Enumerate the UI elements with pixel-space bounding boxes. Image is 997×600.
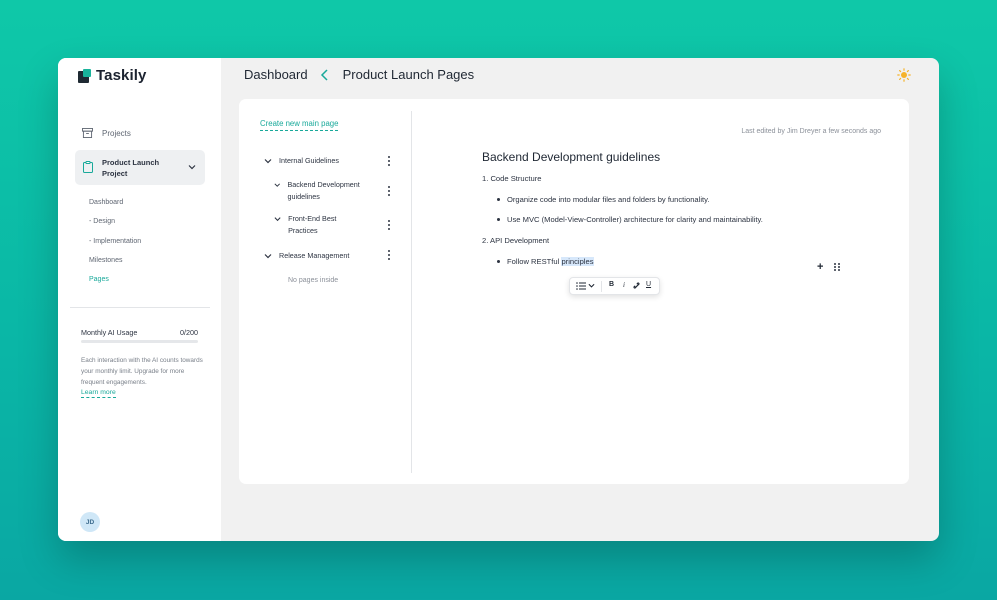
bullet-list: Follow RESTful principles	[482, 257, 842, 266]
list-item[interactable]: Use MVC (Model-View-Controller) architec…	[482, 215, 842, 224]
breadcrumb: Dashboard Product Launch Pages	[244, 67, 474, 82]
list-icon[interactable]	[576, 282, 586, 290]
ai-usage-count: 0/200	[180, 328, 198, 337]
chevron-down-icon[interactable]	[274, 215, 281, 223]
tree-item-label: Internal Guidelines	[279, 156, 339, 165]
sidebar-item-label: Projects	[102, 128, 131, 138]
document-title[interactable]: Backend Development guidelines	[482, 150, 842, 164]
create-main-page-link[interactable]: Create new main page	[260, 119, 339, 131]
underline-button[interactable]: U	[646, 281, 651, 288]
project-selector[interactable]: Product Launch Project	[75, 150, 205, 185]
bullet-list: Organize code into modular files and fol…	[482, 195, 842, 224]
chevron-down-icon[interactable]	[274, 181, 281, 189]
chevron-left-icon[interactable]	[320, 68, 330, 81]
sidebar: Taskily Projects Product Launch Project …	[58, 58, 221, 541]
page-title: Product Launch Pages	[342, 67, 475, 82]
chevron-down-icon[interactable]	[264, 252, 272, 260]
tree-item-internal-guidelines[interactable]: Internal Guidelines	[264, 155, 339, 167]
tree-item-label: Release Management	[279, 251, 350, 260]
list-item[interactable]: Follow RESTful principles	[482, 257, 842, 266]
avatar[interactable]: JD	[80, 512, 100, 532]
chevron-down-icon[interactable]	[188, 163, 196, 171]
brand[interactable]: Taskily	[78, 67, 146, 84]
panel-divider	[411, 111, 412, 473]
more-vertical-icon[interactable]	[387, 250, 391, 260]
document-editor[interactable]: Backend Development guidelines 1. Code S…	[482, 150, 842, 278]
taskily-logo-icon	[78, 68, 92, 83]
chevron-down-icon[interactable]	[264, 157, 272, 165]
format-toolbar: B i U	[569, 277, 660, 295]
tree-item-label: Backend Development guidelines	[287, 180, 360, 201]
ai-usage-bar	[81, 340, 198, 343]
list-item[interactable]: Organize code into modular files and fol…	[482, 195, 842, 204]
tree-item-release-management[interactable]: Release Management	[264, 250, 349, 262]
empty-pages-text: No pages inside	[288, 277, 339, 284]
more-vertical-icon[interactable]	[387, 156, 391, 166]
breadcrumb-dashboard[interactable]: Dashboard	[244, 67, 308, 82]
chevron-down-icon[interactable]	[588, 283, 595, 289]
tree-item-label: Front-End Best Practices	[288, 214, 337, 235]
tree-item-frontend-practices[interactable]: Front-End Best Practices	[274, 213, 359, 237]
subnav-design[interactable]: - Design	[89, 216, 141, 235]
project-subnav: Dashboard - Design - Implementation Mile…	[89, 197, 141, 293]
bold-button[interactable]: B	[609, 281, 614, 288]
drag-handle-icon[interactable]	[834, 263, 840, 271]
project-name: Product Launch Project	[102, 158, 160, 178]
subnav-implementation[interactable]: - Implementation	[89, 236, 141, 255]
link-icon[interactable]	[633, 282, 641, 290]
selected-text[interactable]: principles	[561, 257, 594, 266]
sun-icon[interactable]	[897, 68, 911, 82]
section-heading[interactable]: 1. Code Structure	[482, 174, 842, 183]
toolbar-divider	[601, 281, 602, 292]
ai-usage-title: Monthly AI Usage	[81, 328, 138, 337]
subnav-pages[interactable]: Pages	[89, 274, 141, 293]
last-edited-text: Last edited by Jim Dreyer a few seconds …	[741, 128, 881, 135]
app-window: Taskily Projects Product Launch Project …	[58, 58, 939, 541]
subnav-dashboard[interactable]: Dashboard	[89, 197, 141, 216]
pages-panel: Create new main page Internal Guidelines…	[239, 99, 909, 484]
clipboard-icon	[83, 161, 93, 173]
ai-usage-description: Each interaction with the AI counts towa…	[81, 357, 203, 386]
sidebar-item-projects[interactable]: Projects	[82, 128, 131, 138]
section-heading[interactable]: 2. API Development	[482, 236, 842, 245]
list-item-text: Follow RESTful	[507, 257, 562, 266]
brand-name: Taskily	[96, 67, 147, 84]
add-block-icon[interactable]: +	[817, 261, 823, 273]
subnav-milestones[interactable]: Milestones	[89, 255, 141, 274]
archive-icon	[82, 128, 93, 138]
tree-item-backend-guidelines[interactable]: Backend Development guidelines	[274, 179, 374, 203]
more-vertical-icon[interactable]	[387, 186, 391, 196]
sidebar-divider	[70, 307, 210, 308]
italic-button[interactable]: i	[623, 281, 625, 289]
more-vertical-icon[interactable]	[387, 220, 391, 230]
learn-more-link[interactable]: Learn more	[81, 389, 116, 398]
